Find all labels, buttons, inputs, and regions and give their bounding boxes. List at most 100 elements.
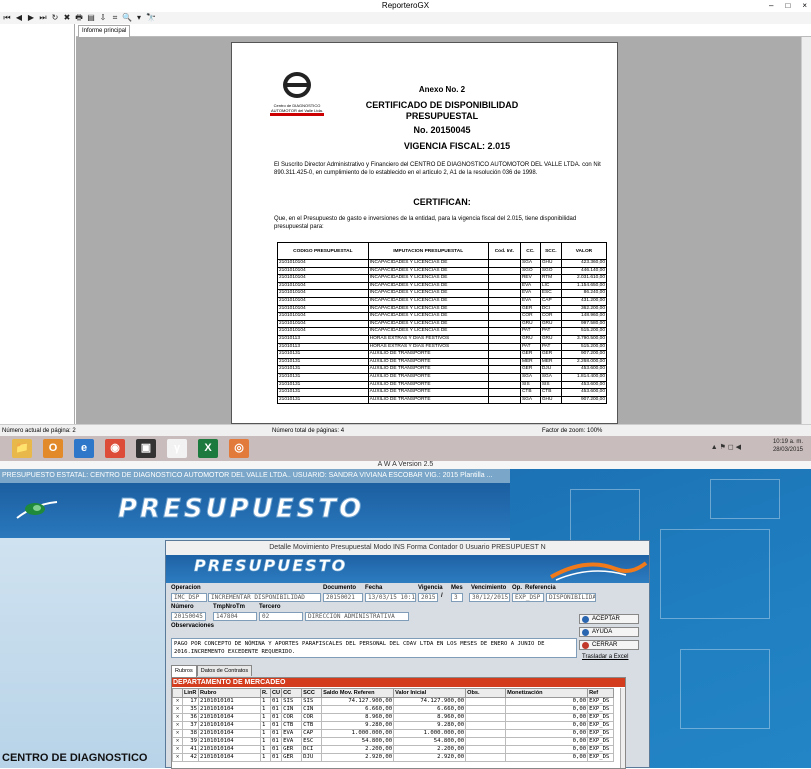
grid-col-header[interactable]: Saldo Mov. Referen xyxy=(321,688,395,698)
delete-row-icon[interactable]: ✕ xyxy=(172,697,183,706)
delete-row-icon[interactable]: ✕ xyxy=(172,745,183,754)
chrome-icon[interactable]: ◉ xyxy=(105,439,125,458)
rubros-grid-panel: DEPARTAMENTO DE MERCADEO LinR Rubro R. CU CC… xyxy=(171,677,626,769)
op-field[interactable]: EXP_DSP xyxy=(512,593,544,602)
outlook-icon[interactable]: O xyxy=(43,439,63,458)
budget-cell xyxy=(487,380,521,390)
close-icon[interactable]: ✖ xyxy=(62,13,72,23)
grid-cell: 1 xyxy=(260,697,271,706)
page-setup-icon[interactable]: ⌗ xyxy=(110,13,120,23)
grid-col-header[interactable] xyxy=(172,688,183,698)
delete-row-icon[interactable]: ✕ xyxy=(172,753,183,762)
grid-col-header[interactable]: Obs. xyxy=(465,688,507,698)
grid-cell: 01 xyxy=(269,697,283,706)
export-icon[interactable]: ▤ xyxy=(86,13,96,23)
prev-page-icon[interactable]: ◀ xyxy=(14,13,24,23)
first-page-icon[interactable]: ⏮ xyxy=(2,13,12,23)
help-button[interactable]: AYUDA xyxy=(579,627,639,637)
reference-field[interactable]: DISPONIBILIDAD xyxy=(546,593,596,602)
grid-col-header[interactable]: Valor Inicial xyxy=(393,688,467,698)
delete-row-icon[interactable]: ✕ xyxy=(172,713,183,722)
grid-cell: 1 xyxy=(260,729,271,738)
tab-datos-contratos[interactable]: Datos de Contratos xyxy=(196,665,253,676)
delete-row-icon[interactable]: ✕ xyxy=(172,729,183,738)
due-date-field[interactable]: 30/12/2015 xyxy=(469,593,510,602)
grid-row[interactable]: ✕ 35 2101010104 1 01 CIN CIN 6.660,00 6.660,00 0,… xyxy=(172,705,615,714)
grid-row[interactable]: ✕ 39 2101010104 1 01 EVA ESC 54.800,00 54.800,00… xyxy=(172,737,615,746)
minimize-button[interactable]: – xyxy=(769,0,773,12)
delete-row-icon[interactable]: ✕ xyxy=(172,737,183,746)
ypf-icon[interactable]: γ xyxy=(167,439,187,458)
third-party-desc-field[interactable]: DIRECCION ADMINISTRATIVA xyxy=(305,612,409,621)
grid-cell: 6.660,00 xyxy=(393,705,467,714)
refresh-icon[interactable]: ↻ xyxy=(50,13,60,23)
observations-field[interactable]: PAGO POR CONCEPTO DE NÓMINA Y APORTES PA… xyxy=(171,638,577,658)
number-field[interactable]: 20150045 xyxy=(171,612,206,621)
vigencia-field[interactable]: 2015 xyxy=(418,593,438,602)
dropdown-icon[interactable]: ▾ xyxy=(134,13,144,23)
budget-cell xyxy=(487,281,521,291)
grid-cell: 2101010104 xyxy=(198,729,261,738)
grid-cell: 2.200,00 xyxy=(321,745,395,754)
grid-cell: GER xyxy=(281,753,303,762)
budget-cell: DCI xyxy=(539,304,562,314)
grid-row[interactable]: ✕ 41 2101010104 1 01 GER DCI 2.200,00 2.200,00 0,… xyxy=(172,745,615,754)
tmp-number-field[interactable]: 147804 xyxy=(213,612,257,621)
grid-row[interactable]: ✕ 42 2101010104 1 01 GER DJU 2.920,00 2.920,00 0,… xyxy=(172,753,615,762)
grid-col-header[interactable]: LinR xyxy=(182,688,199,698)
export-excel-link[interactable]: Trasladar a Excel xyxy=(582,654,628,660)
close-window-button[interactable]: × xyxy=(802,0,807,12)
grid-col-header[interactable]: SCC xyxy=(301,688,323,698)
close-button[interactable]: CERRAR xyxy=(579,640,639,650)
grid-row[interactable]: ✕ 37 2101010104 1 01 CTB CTB 9.280,00 9.280,00 0,… xyxy=(172,721,615,730)
rubros-grid-header: LinR Rubro R. CU CC SCC Saldo Mov. Referen Valo… xyxy=(172,688,615,698)
excel-icon[interactable]: X xyxy=(198,439,218,458)
delete-row-icon[interactable]: ✕ xyxy=(172,705,183,714)
swoosh-logo-icon xyxy=(550,561,648,581)
export-pdf-icon[interactable]: ⇩ xyxy=(98,13,108,23)
grid-row[interactable]: ✕ 36 2101010104 1 01 COR COR 8.960,00 8.960,00 0,… xyxy=(172,713,615,722)
document-field[interactable]: 20150021 xyxy=(323,593,363,602)
grid-cell: SIS xyxy=(281,697,303,706)
grid-row[interactable]: ✕ 38 2101010104 1 01 EVA CAP 1.000.000,00 1.000.… xyxy=(172,729,615,738)
folder-icon[interactable]: 📁 xyxy=(12,439,32,458)
find-icon[interactable]: 🔭 xyxy=(146,13,156,23)
budget-table-row: 2101010104 INCAPACIDADES Y LICENCIAS DE EV… xyxy=(277,289,608,298)
budget-cell: REV xyxy=(519,274,541,283)
budget-cell: GER xyxy=(519,365,541,374)
budget-table-row: 21010131 AUXILIO DE TRANSPORTE SGA GHU 907.2… xyxy=(277,395,608,405)
month-field[interactable]: 3 xyxy=(451,593,463,602)
grid-col-header[interactable]: CU xyxy=(269,688,283,698)
zoom-icon[interactable]: 🔍 xyxy=(122,13,132,23)
grid-col-header[interactable]: Ref xyxy=(587,688,615,698)
system-tray[interactable]: ▲ ⚑ ◻ ◀ xyxy=(711,443,741,451)
grid-col-header[interactable]: Rubro xyxy=(198,688,261,698)
next-page-icon[interactable]: ▶ xyxy=(26,13,36,23)
ie-icon[interactable]: e xyxy=(74,439,94,458)
date-field[interactable]: 13/03/15 10:14 xyxy=(365,593,416,602)
grid-col-header[interactable]: Monetización xyxy=(505,688,589,698)
grid-cell: 0,00 xyxy=(505,753,589,762)
accept-button[interactable]: ACEPTAR xyxy=(579,614,639,624)
reporter-icon[interactable]: ◎ xyxy=(229,439,249,458)
viewer-scrollbar[interactable] xyxy=(801,37,811,424)
delete-row-icon[interactable]: ✕ xyxy=(172,721,183,730)
reporter-window: ReporteroGX – □ × ⏮ ◀ ▶ ⏭ ↻ ✖ 🖶 ▤ ⇩ ⌗ 🔍 ▾ 🔭 Informe … xyxy=(0,0,811,436)
operation-code-field[interactable]: IMC_DSP xyxy=(171,593,207,602)
app-icon[interactable]: ▣ xyxy=(136,439,156,458)
maximize-button[interactable]: □ xyxy=(785,0,790,12)
operation-desc-field[interactable]: INCREMENTAR DISPONIBILIDAD xyxy=(208,593,321,602)
budget-cell: MER xyxy=(519,357,541,367)
print-icon[interactable]: 🖶 xyxy=(74,13,84,23)
budget-cell: 2101010104 xyxy=(277,327,369,336)
last-page-icon[interactable]: ⏭ xyxy=(38,13,48,23)
grid-scrollbar[interactable] xyxy=(620,688,625,768)
grid-col-header[interactable]: R. xyxy=(260,688,271,698)
grid-col-header[interactable]: CC xyxy=(281,688,303,698)
tab-rubros[interactable]: Rubros xyxy=(171,665,197,677)
third-party-code-field[interactable]: 02 xyxy=(259,612,303,621)
grid-cell: CAP xyxy=(301,729,323,738)
grid-row[interactable]: ✕ 17 2101010101 1 01 SIS SIS 74.127.900,00 74.12… xyxy=(172,697,615,706)
clock[interactable]: 10:19 a. m. 28/03/2015 xyxy=(773,438,803,454)
tab-informe-principal[interactable]: Informe principal xyxy=(78,25,131,37)
